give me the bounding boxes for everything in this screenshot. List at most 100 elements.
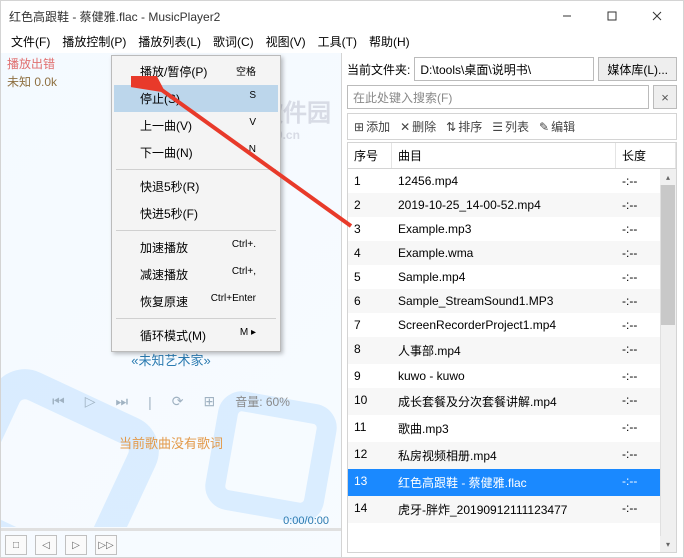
- menu-playlist[interactable]: 播放列表(L): [132, 31, 207, 53]
- pane-divider[interactable]: [341, 53, 342, 557]
- search-input[interactable]: 在此处键入搜索(F): [347, 85, 649, 109]
- scroll-down-button[interactable]: ▾: [660, 536, 676, 552]
- sort-button[interactable]: ⇅ 排序: [446, 118, 482, 135]
- menu-item-shortcut: Ctrl+,: [232, 266, 256, 283]
- menu-item-shortcut: S: [249, 90, 256, 107]
- menu-item[interactable]: 上一曲(V) V: [114, 112, 278, 139]
- scrollbar-track[interactable]: ▴ ▾: [660, 169, 676, 552]
- next-icon[interactable]: ⏭: [115, 393, 128, 410]
- menu-file[interactable]: 文件(F): [5, 31, 56, 53]
- table-row[interactable]: 8人事部.mp4-:--: [348, 337, 676, 364]
- menu-item-label: 上一曲(V): [140, 117, 192, 134]
- menu-item[interactable]: 快进5秒(F): [114, 200, 278, 227]
- menu-separator: [116, 169, 276, 170]
- table-row[interactable]: 14虎牙-胖炸_20190912111123477-:--: [348, 496, 676, 523]
- table-row[interactable]: 10成长套餐及分次套餐讲解.mp4-:--: [348, 388, 676, 415]
- cell-index: 9: [348, 364, 392, 388]
- menu-lyrics[interactable]: 歌词(C): [207, 31, 260, 53]
- menu-item[interactable]: 减速播放Ctrl+,: [114, 261, 278, 288]
- next-small-button[interactable]: ▷▷: [95, 535, 117, 555]
- menu-item-label: 播放/暂停(P): [140, 63, 207, 80]
- menu-item-label: 停止(S): [140, 90, 180, 107]
- table-row[interactable]: 6Sample_StreamSound1.MP3-:--: [348, 289, 676, 313]
- col-length[interactable]: 长度: [616, 143, 676, 168]
- scroll-up-button[interactable]: ▴: [660, 169, 676, 185]
- bottom-toolbar: □ ◁ ▷ ▷▷: [5, 535, 117, 555]
- menu-item-label: 快退5秒(R): [140, 178, 199, 195]
- cell-name: 2019-10-25_14-00-52.mp4: [392, 193, 616, 217]
- close-button[interactable]: [634, 2, 679, 30]
- table-row[interactable]: 12私房视频相册.mp4-:--: [348, 442, 676, 469]
- menu-item-shortcut: Ctrl+.: [232, 239, 256, 256]
- table-row[interactable]: 4Example.wma-:--: [348, 241, 676, 265]
- window-controls: [544, 2, 679, 30]
- body: 播放出错 未知 0.0k 淮东软件园 www.pc0359.cn «未知标题» …: [1, 53, 683, 557]
- cell-name: Sample.mp4: [392, 265, 616, 289]
- prev-icon[interactable]: ⏮: [52, 393, 65, 410]
- lyric-text: 当前歌曲没有歌词: [1, 433, 341, 452]
- cell-index: 8: [348, 337, 392, 364]
- x-icon: ✕: [400, 120, 410, 134]
- play-icon[interactable]: ▷: [85, 393, 96, 410]
- menu-help[interactable]: 帮助(H): [363, 31, 416, 53]
- plus-icon: ⊞: [354, 120, 364, 134]
- menu-item-label: 循环模式(M): [140, 327, 206, 344]
- table-row[interactable]: 7ScreenRecorderProject1.mp4-:--: [348, 313, 676, 337]
- menu-item[interactable]: 加速播放 Ctrl+.: [114, 234, 278, 261]
- menu-item[interactable]: 恢复原速Ctrl+Enter: [114, 288, 278, 315]
- table-row[interactable]: 5Sample.mp4-:--: [348, 265, 676, 289]
- clear-search-button[interactable]: ×: [653, 85, 677, 109]
- window-title: 红色高跟鞋 - 蔡健雅.flac - MusicPlayer2: [9, 8, 544, 25]
- menu-item[interactable]: 停止(S) S: [114, 85, 278, 112]
- table-row[interactable]: 3Example.mp3-:--: [348, 217, 676, 241]
- settings-icon[interactable]: ⟳: [172, 393, 184, 410]
- edit-button[interactable]: ✎ 编辑: [539, 118, 575, 135]
- table-row[interactable]: 13红色高跟鞋 - 蔡健雅.flac-:--: [348, 469, 676, 496]
- menu-tools[interactable]: 工具(T): [312, 31, 363, 53]
- cell-name: Sample_StreamSound1.MP3: [392, 289, 616, 313]
- volume-label[interactable]: 音量: 60%: [235, 393, 290, 410]
- menubar: 文件(F) 播放控制(P) 播放列表(L) 歌词(C) 视图(V) 工具(T) …: [1, 31, 683, 53]
- table-row[interactable]: 9kuwo - kuwo-:--: [348, 364, 676, 388]
- path-box[interactable]: D:\tools\桌面\说明书\: [414, 57, 594, 81]
- menu-item[interactable]: 循环模式(M)M ▸: [114, 322, 278, 349]
- list-toolbar: ⊞ 添加 ✕ 删除 ⇅ 排序 ☰ 列表 ✎ 编辑: [347, 113, 677, 140]
- cell-index: 14: [348, 496, 392, 523]
- play-small-button[interactable]: ▷: [65, 535, 87, 555]
- path-label: 当前文件夹:: [347, 61, 410, 78]
- cell-name: 成长套餐及分次套餐讲解.mp4: [392, 388, 616, 415]
- list-body[interactable]: 112456.mp4-:--22019-10-25_14-00-52.mp4-:…: [347, 169, 677, 553]
- prev-small-button[interactable]: ◁: [35, 535, 57, 555]
- cell-index: 10: [348, 388, 392, 415]
- scrollbar-thumb[interactable]: [661, 185, 675, 325]
- menu-playback[interactable]: 播放控制(P): [56, 31, 132, 53]
- menu-view[interactable]: 视图(V): [260, 31, 312, 53]
- menu-item-label: 加速播放: [140, 239, 188, 256]
- media-library-button[interactable]: 媒体库(L)...: [598, 57, 677, 81]
- menu-item[interactable]: 播放/暂停(P)空格: [114, 58, 278, 85]
- col-name[interactable]: 曲目: [392, 143, 616, 168]
- cell-index: 4: [348, 241, 392, 265]
- list-button[interactable]: ☰ 列表: [492, 118, 529, 135]
- app-window: 红色高跟鞋 - 蔡健雅.flac - MusicPlayer2 文件(F) 播放…: [0, 0, 684, 558]
- cell-name: 虎牙-胖炸_20190912111123477: [392, 496, 616, 523]
- titlebar: 红色高跟鞋 - 蔡健雅.flac - MusicPlayer2: [1, 1, 683, 31]
- add-button[interactable]: ⊞ 添加: [354, 118, 390, 135]
- menu-item[interactable]: 快退5秒(R): [114, 173, 278, 200]
- delete-button[interactable]: ✕ 删除: [400, 118, 436, 135]
- cell-name: 人事部.mp4: [392, 337, 616, 364]
- menu-item-label: 快进5秒(F): [140, 205, 198, 222]
- menu-item[interactable]: 下一曲(N)N: [114, 139, 278, 166]
- table-row[interactable]: 11歌曲.mp3-:--: [348, 415, 676, 442]
- stop-small-button[interactable]: □: [5, 535, 27, 555]
- search-row: 在此处键入搜索(F) ×: [347, 85, 677, 109]
- menu-item-shortcut: V: [249, 117, 256, 134]
- minimize-button[interactable]: [544, 2, 589, 30]
- table-row[interactable]: 22019-10-25_14-00-52.mp4-:--: [348, 193, 676, 217]
- table-row[interactable]: 112456.mp4-:--: [348, 169, 676, 193]
- col-index[interactable]: 序号: [348, 143, 392, 168]
- list-toggle-icon[interactable]: ⊞: [203, 393, 215, 410]
- maximize-button[interactable]: [589, 2, 634, 30]
- progress-bar[interactable]: [1, 528, 341, 531]
- menu-item-label: 下一曲(N): [140, 144, 193, 161]
